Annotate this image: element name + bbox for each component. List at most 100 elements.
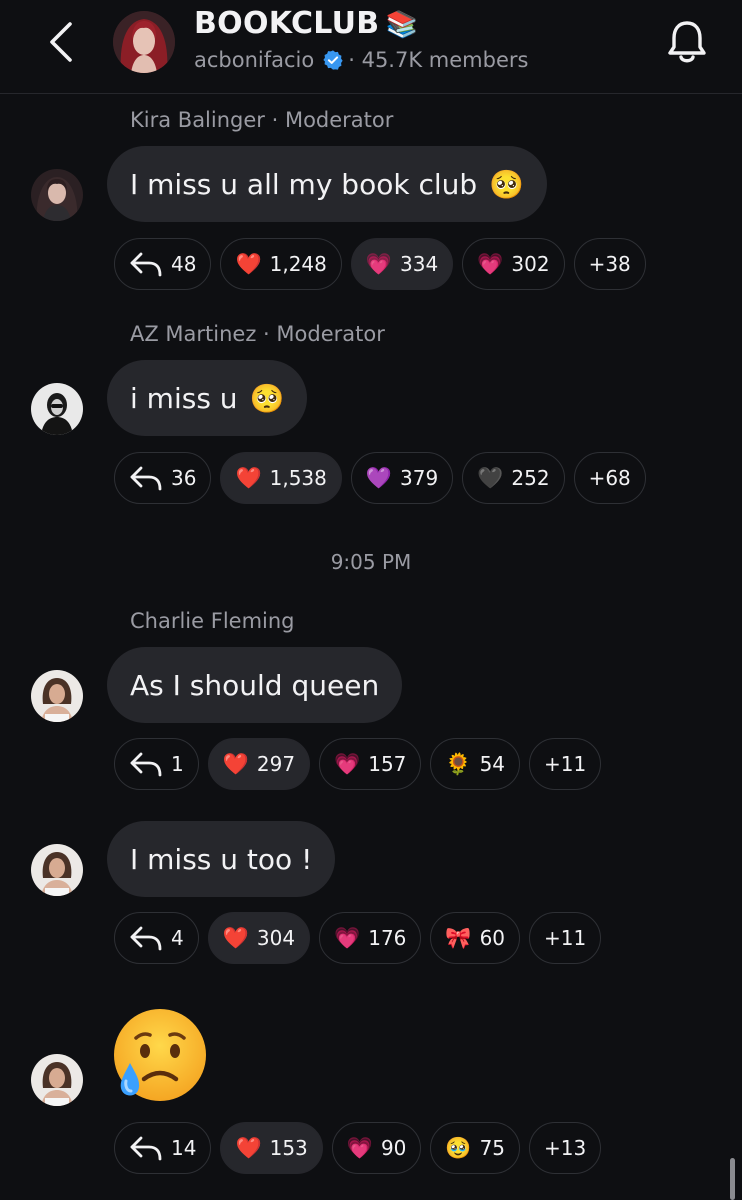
- reaction-count: 1,248: [269, 252, 327, 276]
- verified-badge-icon: [323, 50, 343, 70]
- pleading-face-icon: 🥺: [489, 167, 525, 201]
- reaction-count: 334: [400, 252, 439, 276]
- reaction-count: 153: [269, 1136, 308, 1160]
- reaction-count: 379: [400, 466, 439, 490]
- reaction-pill[interactable]: 💗 176: [319, 912, 422, 964]
- more-reactions-count: +38: [588, 252, 631, 276]
- more-reactions-button[interactable]: +13: [529, 1122, 602, 1174]
- growing-heart-icon: 💗: [334, 751, 361, 776]
- more-reactions-count: +11: [544, 752, 587, 776]
- reply-count: 1: [171, 752, 184, 776]
- reaction-count: 75: [479, 1136, 506, 1160]
- reaction-count: 304: [256, 926, 296, 950]
- notifications-button[interactable]: [664, 17, 710, 67]
- avatar[interactable]: [31, 383, 83, 435]
- reply-count-button[interactable]: 36: [114, 452, 212, 504]
- reaction-row: 4 ❤️ 304 💗 176 🎀 60 +11: [114, 912, 602, 964]
- more-reactions-button[interactable]: +11: [529, 738, 602, 790]
- more-reactions-button[interactable]: +68: [573, 452, 646, 504]
- black-heart-icon: 🖤: [477, 465, 504, 490]
- red-heart-icon: ❤️: [222, 925, 249, 950]
- message-timestamp: 9:05 PM: [330, 550, 412, 574]
- more-reactions-button[interactable]: +38: [573, 238, 646, 290]
- sender-name: Charlie Fleming: [130, 609, 295, 633]
- message-bubble[interactable]: I miss u too !: [107, 821, 336, 897]
- reaction-pill[interactable]: 🎀 60: [430, 912, 521, 964]
- reply-count-button[interactable]: 14: [114, 1122, 212, 1174]
- reaction-pill[interactable]: 🖤 252: [462, 452, 565, 504]
- message-bubble[interactable]: As I should queen: [107, 647, 403, 723]
- more-reactions-count: +11: [544, 926, 587, 950]
- avatar[interactable]: [31, 1054, 83, 1106]
- reaction-count: 90: [380, 1136, 407, 1160]
- reply-count: 14: [171, 1136, 197, 1160]
- reaction-pill[interactable]: ❤️ 153: [220, 1122, 323, 1174]
- avatar[interactable]: [31, 670, 83, 722]
- reply-count: 4: [171, 926, 184, 950]
- message-text: I miss u too !: [130, 842, 313, 876]
- pink-heart-icon: 💗: [365, 251, 393, 276]
- more-reactions-count: +68: [588, 466, 631, 490]
- reaction-pill[interactable]: 💜 379: [350, 452, 454, 504]
- reaction-row: 14 ❤️ 153 💗 90 🥹 75 +13: [114, 1122, 602, 1174]
- message-bubble[interactable]: I miss u all my book club 🥺: [107, 146, 548, 222]
- reaction-pill[interactable]: 💗 157: [319, 738, 422, 790]
- message-text: i miss u: [130, 381, 238, 415]
- purple-heart-icon: 💜: [365, 465, 393, 490]
- reply-count: 48: [171, 252, 197, 276]
- reply-count-button[interactable]: 1: [114, 738, 199, 790]
- group-title[interactable]: BOOKCLUB 📚: [194, 6, 418, 41]
- reaction-row: 1 ❤️ 297 💗 157 🌻 54 +11: [114, 738, 602, 790]
- reaction-pill[interactable]: ❤️ 1,248: [220, 238, 342, 290]
- chevron-left-icon: [50, 22, 72, 62]
- reaction-count: 302: [511, 252, 550, 276]
- reaction-count: 54: [479, 752, 506, 776]
- growing-heart-icon: 💗: [334, 925, 361, 950]
- reaction-pill[interactable]: 🌻 54: [430, 738, 521, 790]
- reply-icon: [129, 250, 163, 278]
- red-heart-icon: ❤️: [235, 1135, 262, 1160]
- message-bubble[interactable]: i miss u 🥺: [107, 360, 308, 436]
- avatar[interactable]: [31, 844, 83, 896]
- sender-name: AZ Martinez · Moderator: [130, 322, 385, 346]
- red-heart-icon: ❤️: [235, 465, 262, 490]
- more-reactions-count: +13: [544, 1136, 587, 1160]
- reaction-pill[interactable]: 💗 302: [462, 238, 565, 290]
- growing-heart-icon: 💗: [477, 251, 504, 276]
- scrollbar[interactable]: [730, 1158, 735, 1200]
- reply-icon: [129, 464, 163, 492]
- ribbon-icon: 🎀: [445, 925, 472, 950]
- crying-face-icon[interactable]: [110, 1005, 210, 1105]
- reaction-pill[interactable]: 💗 90: [331, 1122, 422, 1174]
- member-count: · 45.7K members: [348, 48, 529, 72]
- pleading-face-icon: 🥺: [249, 381, 285, 415]
- more-reactions-button[interactable]: +11: [529, 912, 602, 964]
- holding-back-tears-icon: 🥹: [445, 1135, 472, 1160]
- reaction-count: 1,538: [269, 466, 327, 490]
- group-avatar[interactable]: [113, 11, 175, 73]
- reaction-pill[interactable]: ❤️ 297: [207, 738, 311, 790]
- message-text: As I should queen: [130, 668, 380, 702]
- reply-count-button[interactable]: 4: [114, 912, 199, 964]
- reaction-row: 36 ❤️ 1,538 💜 379 🖤 252 +68: [114, 452, 646, 504]
- red-heart-icon: ❤️: [235, 251, 262, 276]
- reaction-pill[interactable]: 🥹 75: [430, 1122, 521, 1174]
- back-button[interactable]: [42, 18, 82, 64]
- reaction-row: 48 ❤️ 1,248 💗 334 💗 302 +38: [114, 238, 646, 290]
- reaction-pill[interactable]: 💗 334: [350, 238, 454, 290]
- avatar[interactable]: [31, 169, 83, 221]
- reaction-pill[interactable]: ❤️ 304: [207, 912, 311, 964]
- reply-count: 36: [171, 466, 197, 490]
- owner-username[interactable]: acbonifacio: [194, 48, 314, 72]
- reply-count-button[interactable]: 48: [114, 238, 212, 290]
- sender-name: Kira Balinger · Moderator: [130, 108, 394, 132]
- reaction-count: 176: [368, 926, 407, 950]
- message-text: I miss u all my book club: [130, 167, 478, 201]
- group-title-text: BOOKCLUB: [194, 6, 380, 41]
- chat-header: BOOKCLUB 📚 acbonifacio · 45.7K members: [0, 0, 742, 94]
- reply-icon: [129, 924, 163, 952]
- group-subtitle: acbonifacio · 45.7K members: [194, 48, 528, 72]
- reply-icon: [129, 1134, 163, 1162]
- reaction-count: 297: [256, 752, 296, 776]
- reaction-pill[interactable]: ❤️ 1,538: [220, 452, 342, 504]
